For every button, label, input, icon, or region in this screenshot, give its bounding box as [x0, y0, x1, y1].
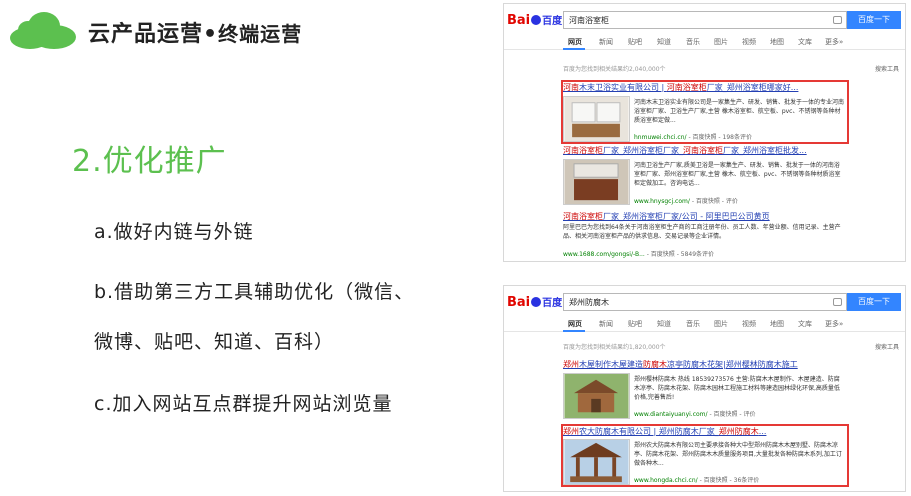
tab-web[interactable]: 网页 — [568, 37, 582, 47]
result-title[interactable]: 河南浴室柜厂家_郑州浴室柜厂家_河南浴室柜厂家_郑州浴室柜批发... — [563, 145, 845, 156]
tab-news[interactable]: 新闻 — [599, 319, 613, 329]
tab-video[interactable]: 视频 — [742, 319, 756, 329]
search-tabs: 网页 新闻 贴吧 知道 音乐 图片 视频 地图 文库 更多» — [504, 32, 905, 50]
result-url[interactable]: www.diantaiyuanyi.com/ - 百度快照 - 评价 — [634, 409, 756, 418]
result-count: 百度为您找到相关结果约2,040,000个 — [563, 66, 666, 73]
search-button[interactable]: 百度一下 — [847, 293, 901, 311]
title-main: 云产品运营 — [88, 22, 204, 47]
result-url[interactable]: www.1688.com/gongsi/-B... - 百度快照 - 5849条… — [563, 249, 714, 258]
tab-video[interactable]: 视频 — [742, 37, 756, 47]
active-tab-underline — [563, 48, 585, 50]
search-result: 郑州木屋制作木屋建造防腐木凉亭防腐木花架|郑州樱林防腐木施工 郑州樱林防腐木 热… — [563, 359, 845, 419]
cloud-logo-icon — [10, 12, 76, 49]
title-dot: • — [203, 22, 219, 47]
tab-map[interactable]: 地图 — [770, 319, 784, 329]
result-snippet: 河南卫浴生产厂家,质美卫浴是一家集生产、研发、销售、批发于一体的河南浴室柜厂家、… — [634, 162, 841, 187]
tab-images[interactable]: 图片 — [714, 319, 728, 329]
camera-icon[interactable] — [833, 16, 842, 24]
result-thumbnail[interactable] — [563, 373, 630, 419]
tab-wenku[interactable]: 文库 — [798, 319, 812, 329]
search-tools-link[interactable]: 搜索工具 — [875, 342, 899, 351]
tab-more[interactable]: 更多» — [825, 37, 843, 47]
result-snippet: 阿里巴巴为您找到64条关于河南浴室柜生产商的工商注册年份、员工人数、年营业额、信… — [563, 224, 841, 240]
page-header-title: 云产品运营•终端运营 — [88, 16, 302, 48]
active-tab-underline — [563, 330, 585, 332]
tab-images[interactable]: 图片 — [714, 37, 728, 47]
title-sub: 终端运营 — [218, 22, 303, 46]
baidu-logo: Bai 百度 — [507, 295, 563, 310]
paw-icon — [531, 297, 542, 307]
tab-tieba[interactable]: 贴吧 — [628, 319, 642, 329]
paw-icon — [531, 15, 542, 25]
baidu-screenshot-1: Bai 百度 河南浴室柜 百度一下 网页 新闻 贴吧 知道 音乐 图片 视频 地图… — [503, 3, 906, 262]
tab-wenku[interactable]: 文库 — [798, 37, 812, 47]
tab-zhidao[interactable]: 知道 — [657, 37, 671, 47]
search-query: 河南浴室柜 — [569, 16, 609, 25]
tab-map[interactable]: 地图 — [770, 37, 784, 47]
search-result: 河南浴室柜厂家_郑州浴室柜厂家/公司 - 阿里巴巴公司黄页 阿里巴巴为您找到64… — [563, 211, 845, 258]
bullet-b-cont: 微博、贴吧、知道、百科） — [94, 331, 335, 353]
search-tools-link[interactable]: 搜索工具 — [875, 64, 899, 73]
tab-music[interactable]: 音乐 — [686, 319, 700, 329]
tab-zhidao[interactable]: 知道 — [657, 319, 671, 329]
highlight-box — [561, 80, 849, 144]
result-thumbnail[interactable] — [563, 159, 630, 205]
search-bar: Bai 百度 河南浴室柜 百度一下 — [504, 4, 905, 32]
camera-icon[interactable] — [833, 298, 842, 306]
highlight-box — [561, 424, 849, 487]
search-bar: Bai 百度 郑州防腐木 百度一下 — [504, 286, 905, 314]
search-button[interactable]: 百度一下 — [847, 11, 901, 29]
result-title[interactable]: 郑州木屋制作木屋建造防腐木凉亭防腐木花架|郑州樱林防腐木施工 — [563, 359, 845, 370]
result-count: 百度为您找到相关结果约1,820,000个 — [563, 344, 666, 351]
search-result: 河南浴室柜厂家_郑州浴室柜厂家_河南浴室柜厂家_郑州浴室柜批发... 河南卫浴生… — [563, 145, 845, 205]
bullet-b: b.借助第三方工具辅助优化（微信、 — [94, 281, 415, 303]
tab-news[interactable]: 新闻 — [599, 37, 613, 47]
bullet-a: a.做好内链与外链 — [94, 221, 254, 243]
tab-web[interactable]: 网页 — [568, 319, 582, 329]
bullet-c: c.加入网站互点群提升网站浏览量 — [94, 393, 393, 415]
tab-tieba[interactable]: 贴吧 — [628, 37, 642, 47]
search-tabs: 网页 新闻 贴吧 知道 音乐 图片 视频 地图 文库 更多» — [504, 314, 905, 332]
tab-music[interactable]: 音乐 — [686, 37, 700, 47]
result-snippet: 郑州樱林防腐木 热线 18539273576 主营:防腐木木屋制作、木屋建造、防… — [634, 376, 840, 401]
result-url[interactable]: www.hnysgcj.com/ - 百度快照 - 评价 — [634, 196, 738, 205]
result-title[interactable]: 河南浴室柜厂家_郑州浴室柜厂家/公司 - 阿里巴巴公司黄页 — [563, 211, 845, 222]
section-title: 2.优化推广 — [72, 144, 227, 179]
baidu-logo: Bai 百度 — [507, 13, 563, 28]
search-input[interactable]: 郑州防腐木 — [563, 293, 847, 311]
baidu-screenshot-2: Bai 百度 郑州防腐木 百度一下 网页 新闻 贴吧 知道 音乐 图片 视频 地图… — [503, 285, 906, 492]
search-input[interactable]: 河南浴室柜 — [563, 11, 847, 29]
search-query: 郑州防腐木 — [569, 298, 609, 307]
tab-more[interactable]: 更多» — [825, 319, 843, 329]
